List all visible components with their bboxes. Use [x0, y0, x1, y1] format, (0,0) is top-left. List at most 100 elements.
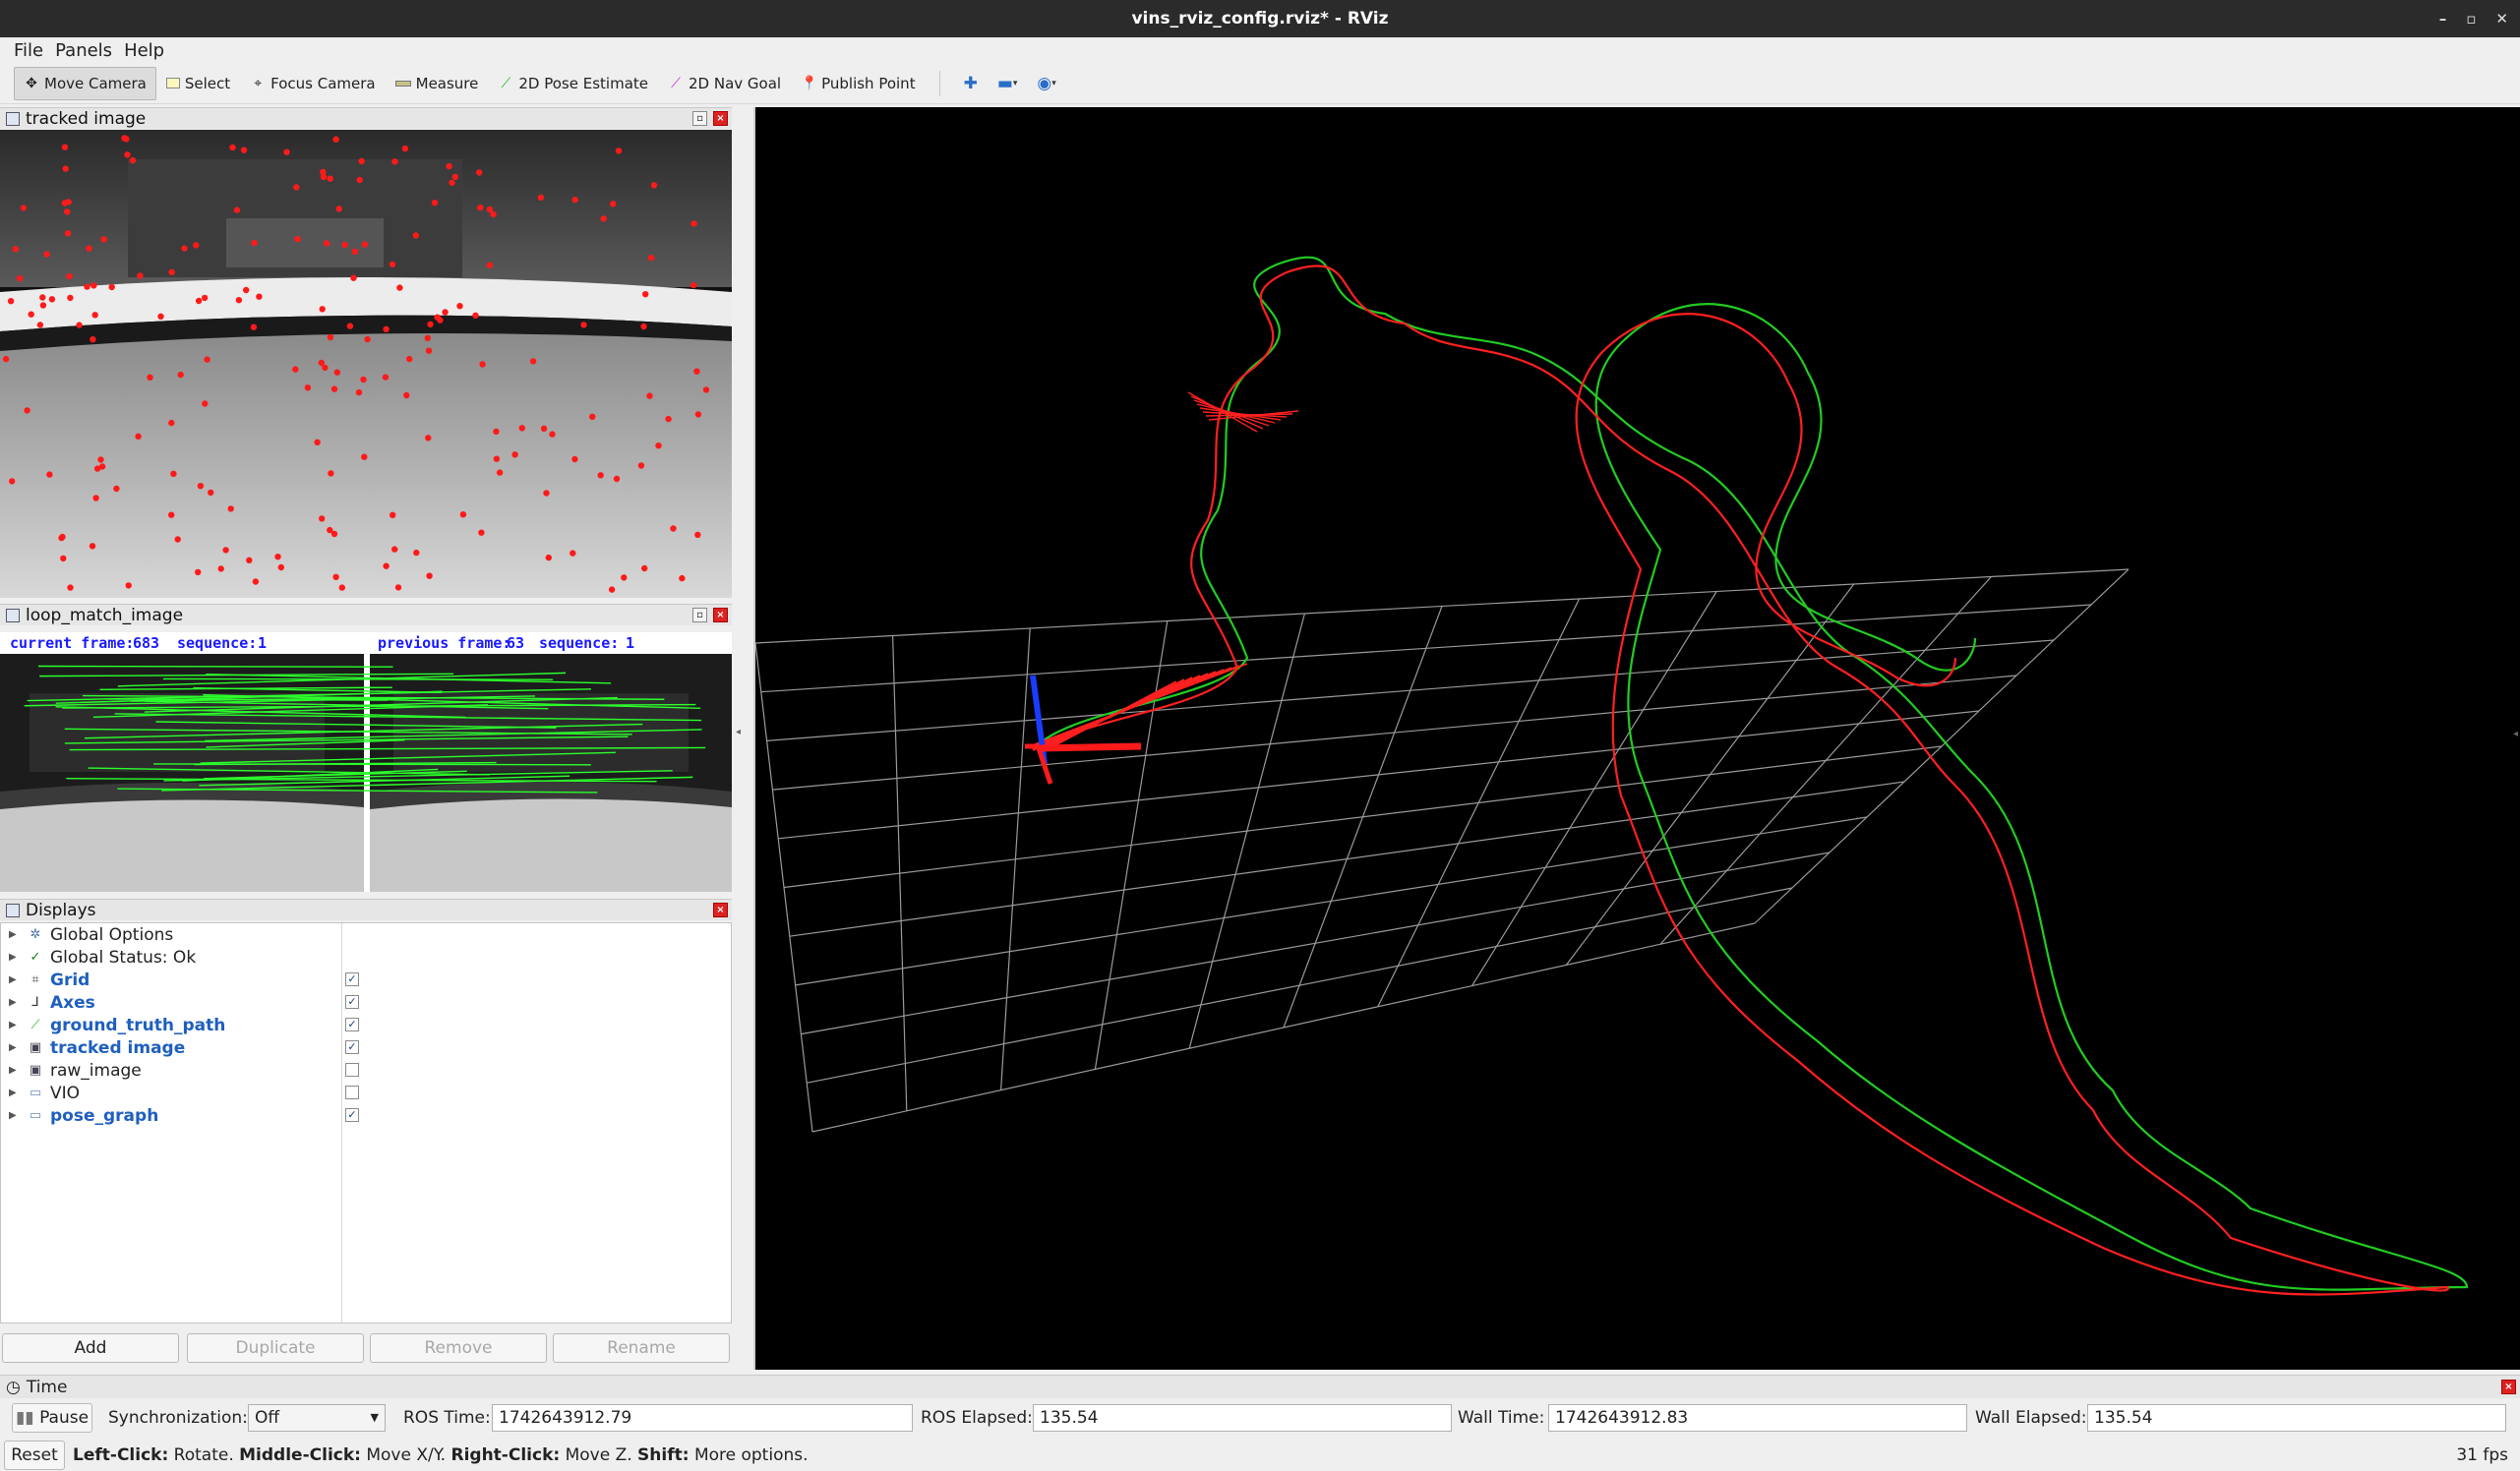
feature-point — [222, 547, 229, 554]
ros-elapsed-field[interactable]: 135.54 — [1033, 1404, 1452, 1432]
publish-point-tool[interactable]: 📍 Publish Point — [791, 67, 925, 100]
display-item-axes[interactable]: ▶ ⅃ Axes — [1, 991, 341, 1014]
display-item-pose-graph[interactable]: ▶ ▭ pose_graph — [1, 1104, 341, 1127]
shift-desc: More options. — [693, 1445, 809, 1465]
expand-arrow-icon[interactable]: ▶ — [9, 952, 23, 963]
expand-arrow-icon[interactable]: ▶ — [9, 929, 23, 940]
left-splitter[interactable]: ◂ — [732, 107, 753, 1370]
check-icon: ✓ — [30, 949, 41, 965]
feature-point — [283, 148, 290, 155]
display-item-vio[interactable]: ▶ ▭ VIO — [1, 1082, 341, 1104]
feature-point — [333, 369, 340, 376]
select-tool[interactable]: Select — [156, 67, 240, 100]
feature-point — [642, 291, 649, 298]
feature-point — [647, 255, 655, 262]
feature-point — [490, 210, 497, 218]
remove-button[interactable]: Remove — [370, 1333, 547, 1363]
close-icon[interactable]: ✕ — [2495, 10, 2508, 28]
vio-checkbox[interactable] — [345, 1086, 359, 1099]
display-item-raw-image[interactable]: ▶ ▣ raw_image — [1, 1059, 341, 1082]
expand-arrow-icon[interactable]: ▶ — [9, 1020, 23, 1030]
feature-point — [181, 245, 188, 252]
feature-point — [293, 184, 300, 191]
close-panel-icon[interactable]: × — [713, 903, 728, 917]
expand-arrow-icon[interactable]: ▶ — [9, 1065, 23, 1076]
axes-checkbox[interactable]: ✓ — [345, 995, 359, 1009]
ros-time-field[interactable]: 1742643912.79 — [492, 1404, 913, 1432]
sync-value: Off — [255, 1408, 280, 1428]
undock-icon[interactable]: ▫ — [692, 608, 707, 622]
minimize-icon[interactable]: – — [2439, 10, 2447, 28]
pose-estimate-tool[interactable]: ⟋ 2D Pose Estimate — [488, 67, 658, 100]
expand-arrow-icon[interactable]: ▶ — [9, 997, 23, 1008]
menu-help[interactable]: Help — [118, 40, 170, 61]
tracked-image-checkbox[interactable]: ✓ — [345, 1040, 359, 1054]
undock-icon[interactable]: ▫ — [692, 111, 707, 126]
feature-point — [580, 322, 587, 328]
feature-point — [610, 201, 617, 207]
expand-arrow-icon[interactable]: ▶ — [9, 1042, 23, 1053]
nav-goal-tool[interactable]: ⟋ 2D Nav Goal — [658, 67, 791, 100]
menu-panels[interactable]: Panels — [49, 40, 118, 61]
maximize-icon[interactable]: ▫ — [2466, 10, 2476, 28]
pause-button[interactable]: ▮▮ Pause — [12, 1403, 92, 1433]
collapse-left-icon[interactable]: ◂ — [736, 727, 741, 737]
remove-tool-icon[interactable]: ▬ ▾ — [988, 67, 1028, 100]
wall-time-field[interactable]: 1742643912.83 — [1548, 1404, 1967, 1432]
feature-point — [650, 182, 658, 189]
display-label: tracked image — [50, 1037, 186, 1058]
eye-icon[interactable]: ◉ ▾ — [1027, 67, 1065, 100]
feature-point — [637, 462, 645, 469]
feature-point — [252, 578, 260, 585]
feature-point — [640, 323, 647, 330]
feature-point — [330, 385, 338, 392]
feature-point — [355, 388, 363, 396]
feature-point — [66, 272, 73, 280]
display-item-global-status[interactable]: ▶ ✓ Global Status: Ok — [1, 946, 341, 969]
close-panel-icon[interactable]: × — [713, 111, 728, 126]
display-item-tracked-image[interactable]: ▶ ▣ tracked image — [1, 1036, 341, 1059]
close-panel-icon[interactable]: × — [2501, 1380, 2516, 1394]
feature-point — [67, 584, 74, 591]
pose-graph-checkbox[interactable]: ✓ — [345, 1108, 359, 1122]
grid-checkbox[interactable]: ✓ — [345, 972, 359, 986]
feature-point — [177, 371, 184, 379]
display-item-grid[interactable]: ▶ ⌗ Grid — [1, 969, 341, 991]
add-button[interactable]: Add — [2, 1333, 179, 1363]
feature-point — [92, 495, 99, 501]
feature-point — [545, 554, 552, 561]
add-tool-icon[interactable]: ✚ — [954, 67, 988, 100]
feature-point — [549, 431, 556, 438]
expand-arrow-icon[interactable]: ▶ — [9, 1088, 23, 1098]
3d-scene[interactable] — [755, 107, 2520, 1370]
rename-button[interactable]: Rename — [553, 1333, 730, 1363]
expand-arrow-icon[interactable]: ▶ — [9, 1110, 23, 1121]
measure-tool[interactable]: Measure — [386, 67, 489, 100]
focus-camera-tool[interactable]: ⌖ Focus Camera — [240, 67, 385, 100]
previous-sequence-value: 1 — [626, 634, 635, 652]
feature-point — [493, 428, 500, 436]
feature-point — [655, 442, 662, 449]
feature-point — [391, 158, 398, 165]
menu-bar: File Panels Help — [0, 37, 2520, 63]
reset-button[interactable]: Reset — [4, 1441, 65, 1470]
3d-render-view[interactable]: ◂ — [753, 107, 2520, 1370]
ground-truth-path-checkbox[interactable]: ✓ — [345, 1018, 359, 1031]
feature-point — [9, 478, 16, 485]
feature-point — [327, 333, 334, 341]
wall-elapsed-field[interactable]: 135.54 — [2087, 1404, 2506, 1432]
feature-point — [202, 400, 209, 407]
collapse-right-icon[interactable]: ◂ — [2513, 729, 2518, 739]
grid-line — [1754, 568, 2130, 924]
display-item-ground-truth-path[interactable]: ▶ ⟋ ground_truth_path — [1, 1014, 341, 1036]
menu-file[interactable]: File — [8, 40, 49, 61]
feature-point — [304, 384, 312, 391]
sync-select[interactable]: Off ▼ — [248, 1404, 386, 1432]
close-panel-icon[interactable]: × — [713, 608, 728, 622]
expand-arrow-icon[interactable]: ▶ — [9, 974, 23, 985]
move-camera-tool[interactable]: ✥ Move Camera — [14, 66, 156, 100]
duplicate-button[interactable]: Duplicate — [187, 1333, 364, 1363]
display-item-global-options[interactable]: ▶ ✲ Global Options — [1, 923, 341, 946]
feature-point — [204, 356, 210, 363]
raw-image-checkbox[interactable] — [345, 1063, 359, 1077]
